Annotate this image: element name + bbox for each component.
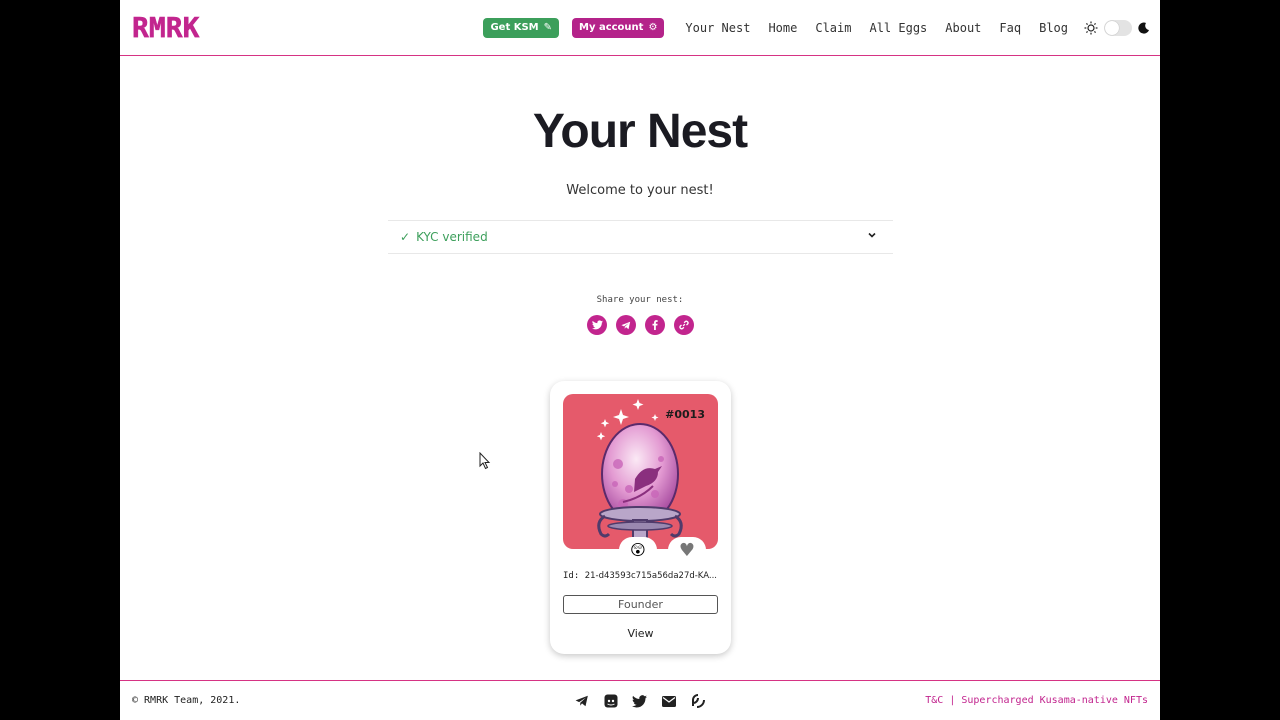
nav-home[interactable]: Home [768, 21, 797, 35]
kyc-status-label: KYC verified [416, 230, 488, 244]
reaction-emoji-button[interactable]: 😲 [619, 537, 657, 563]
page: RMRK Get KSM ✎ My account ⚙ Your Nest Ho… [120, 0, 1160, 720]
egg-id-value: 21-d43593c715a56da27d-KA... [584, 571, 718, 581]
welcome-text: Welcome to your nest! [566, 183, 714, 198]
egg-card[interactable]: #0013 😲 ♥ Id: 21-d43593c715a56da27d-KA..… [550, 381, 731, 654]
egg-id-label: Id: [563, 571, 580, 581]
svg-text:RMRK: RMRK [132, 14, 200, 40]
egg-id: Id: 21-d43593c715a56da27d-KA... [563, 571, 723, 581]
rmrk-logo[interactable]: RMRK [132, 14, 214, 40]
theme-switcher [1084, 19, 1150, 36]
link-share-icon[interactable] [674, 315, 694, 335]
nav-your-nest[interactable]: Your Nest [685, 21, 750, 35]
telegram-icon[interactable] [573, 693, 590, 709]
copyright-text: © RMRK Team, 2021. [132, 695, 241, 706]
like-button[interactable]: ♥ [668, 537, 706, 563]
telegram-share-icon[interactable] [616, 315, 636, 335]
nav-blog[interactable]: Blog [1039, 21, 1068, 35]
nav-about[interactable]: About [945, 21, 981, 35]
twitter-icon[interactable] [631, 693, 648, 709]
facebook-share-icon[interactable] [645, 315, 665, 335]
nav-claim[interactable]: Claim [815, 21, 851, 35]
nav-bar: Get KSM ✎ My account ⚙ Your Nest Home Cl… [483, 0, 1150, 55]
footer-tagline[interactable]: T&C | Supercharged Kusama-native NFTs [925, 695, 1148, 706]
footer-social-icons [573, 693, 718, 709]
view-link[interactable]: View [550, 627, 731, 640]
founder-badge: Founder [563, 595, 718, 614]
twitter-share-icon[interactable] [587, 315, 607, 335]
blog-icon[interactable] [689, 693, 706, 709]
surprised-face-icon: 😲 [630, 541, 646, 559]
moon-icon [1138, 22, 1149, 34]
my-account-label: My account [579, 22, 644, 33]
mail-icon[interactable] [660, 693, 677, 709]
my-account-button[interactable]: My account ⚙ [572, 17, 665, 38]
nav-faq[interactable]: Faq [999, 21, 1021, 35]
share-label: Share your nest: [596, 295, 684, 305]
mouse-cursor-icon [479, 452, 491, 470]
kyc-accordion[interactable]: ✓ KYC verified [388, 220, 893, 254]
pencil-icon: ✎ [543, 22, 552, 33]
nav-all-eggs[interactable]: All Eggs [869, 21, 927, 35]
egg-number: #0013 [665, 408, 705, 421]
get-ksm-label: Get KSM [490, 22, 539, 33]
get-ksm-button[interactable]: Get KSM ✎ [483, 17, 559, 38]
top-navbar: RMRK Get KSM ✎ My account ⚙ Your Nest Ho… [120, 0, 1160, 56]
check-icon: ✓ [400, 230, 411, 244]
share-buttons [587, 315, 703, 335]
gear-icon: ⚙ [648, 22, 658, 33]
heart-icon: ♥ [678, 539, 696, 561]
chevron-down-icon [867, 229, 877, 243]
sun-icon [1084, 21, 1098, 34]
theme-toggle[interactable] [1104, 19, 1132, 36]
footer: © RMRK Team, 2021. T&C | Supercharged Ku… [120, 680, 1160, 720]
discord-icon[interactable] [602, 693, 619, 709]
page-title: Your Nest [532, 105, 748, 158]
egg-artwork[interactable]: #0013 [563, 394, 718, 549]
